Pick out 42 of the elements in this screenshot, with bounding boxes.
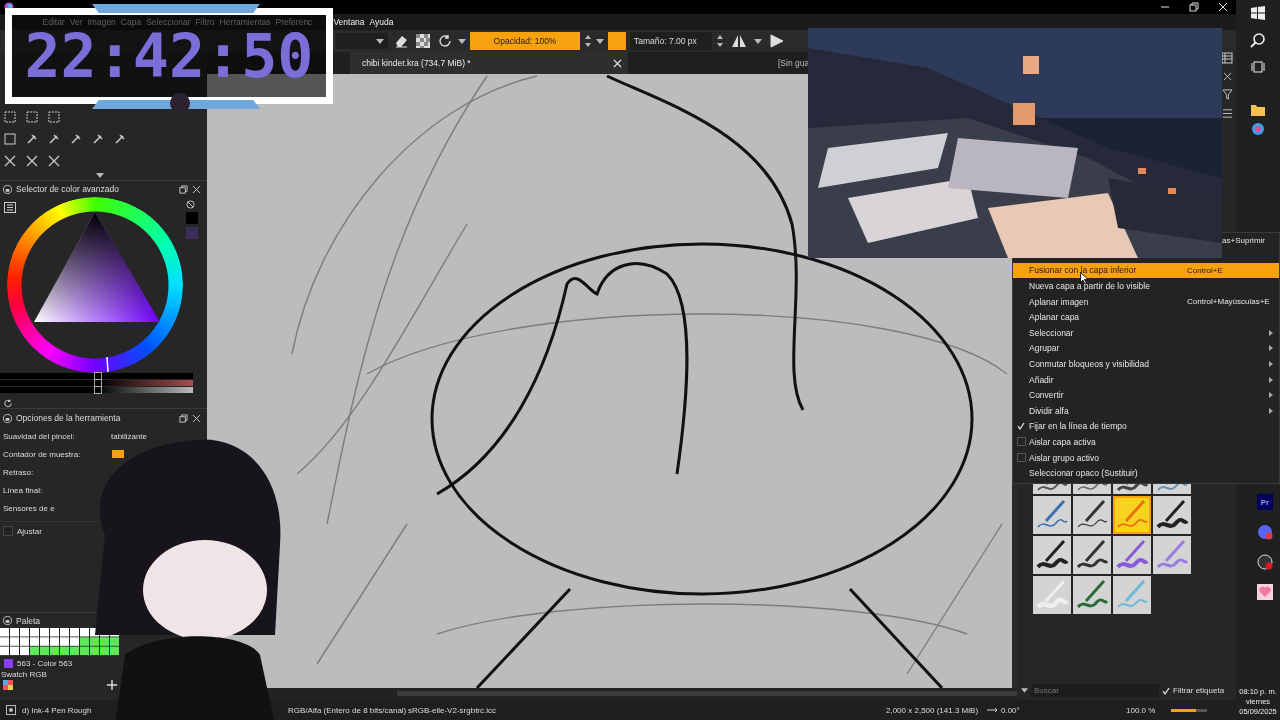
menu-item[interactable]: as+Suprimir	[1222, 233, 1279, 249]
status-text: sRGB-elle-V2-srgbtrc.icc	[408, 705, 497, 715]
document-tab[interactable]: chibi kinder.kra (734.7 MiB) *	[350, 52, 628, 74]
app-icon[interactable]: Pr	[1257, 494, 1273, 510]
menu-item[interactable]: Seleccionar opaco (Sustituir)	[1013, 465, 1279, 481]
status-text: 2,000 x 2,500 (141.3 MiB)	[886, 705, 980, 715]
menu-item[interactable]: Aislar capa activa	[1013, 434, 1279, 450]
dropdown-value[interactable]: tabilizante	[111, 431, 148, 441]
menu-item[interactable]: Agrupar	[1013, 340, 1279, 357]
menu-item[interactable]: Aplanar imagen Control+Mayúsculas+E	[1013, 293, 1279, 310]
brush-name: d) Ink-4 Pen Rough	[22, 705, 92, 715]
option-label: Sensores de e	[3, 503, 56, 513]
option-label: Línea final:	[3, 485, 44, 495]
menu-item[interactable]: Convertir	[1013, 387, 1279, 403]
status-text: 100.0 %	[1126, 705, 1157, 715]
option-label: Suavidad del pincel:	[3, 431, 76, 441]
panel-title: Paleta	[16, 615, 42, 626]
menu-item[interactable]: Fijar en la línea de tiempo	[1013, 418, 1279, 435]
menu-item[interactable]: Conmutar bloqueos y visibilidad	[1013, 356, 1279, 372]
color-name: 563 - Color 563	[17, 658, 73, 668]
search-field[interactable]: Buscar	[1031, 684, 1159, 697]
checkbox-label: Ajustar	[17, 526, 43, 536]
panel-title: Selector de color avanzado	[16, 184, 120, 195]
option-label: Retraso:	[3, 467, 35, 477]
menu-item[interactable]: Dividir alfa	[1013, 402, 1279, 419]
menu-item[interactable]: Seleccionar	[1013, 324, 1279, 341]
menu-item[interactable]: Aislar grupo activo	[1013, 449, 1279, 466]
clock-digits: 22:42:50	[24, 26, 314, 86]
menu-item[interactable]: Fusionar con la capa inferior Control+E	[1013, 262, 1279, 279]
panel-title: Opciones de la herramienta	[16, 413, 122, 423]
menu-item[interactable]: Nueva capa a partir de lo visible	[1013, 278, 1279, 294]
menu-item[interactable]: Ayuda	[367, 17, 397, 27]
menu-item[interactable]: Ventana	[330, 17, 368, 27]
size-field[interactable]: Tamaño: 7.00 px	[630, 32, 712, 50]
status-text: RGB/Alfa (Entero de 8 bits/canal)	[288, 705, 408, 715]
menu-item[interactable]: Aplanar capa	[1013, 309, 1279, 325]
filter-checkbox[interactable]: Filtrar etiqueta	[1162, 686, 1225, 695]
menu-item[interactable]: Añadir	[1013, 371, 1279, 388]
opacity-slider[interactable]: Opacidad: 100%	[470, 32, 580, 50]
palette-name: Swatch RGB	[0, 670, 47, 679]
option-label: Contador de muestra:	[3, 449, 82, 459]
status-text: 0.00°	[1000, 705, 1021, 715]
